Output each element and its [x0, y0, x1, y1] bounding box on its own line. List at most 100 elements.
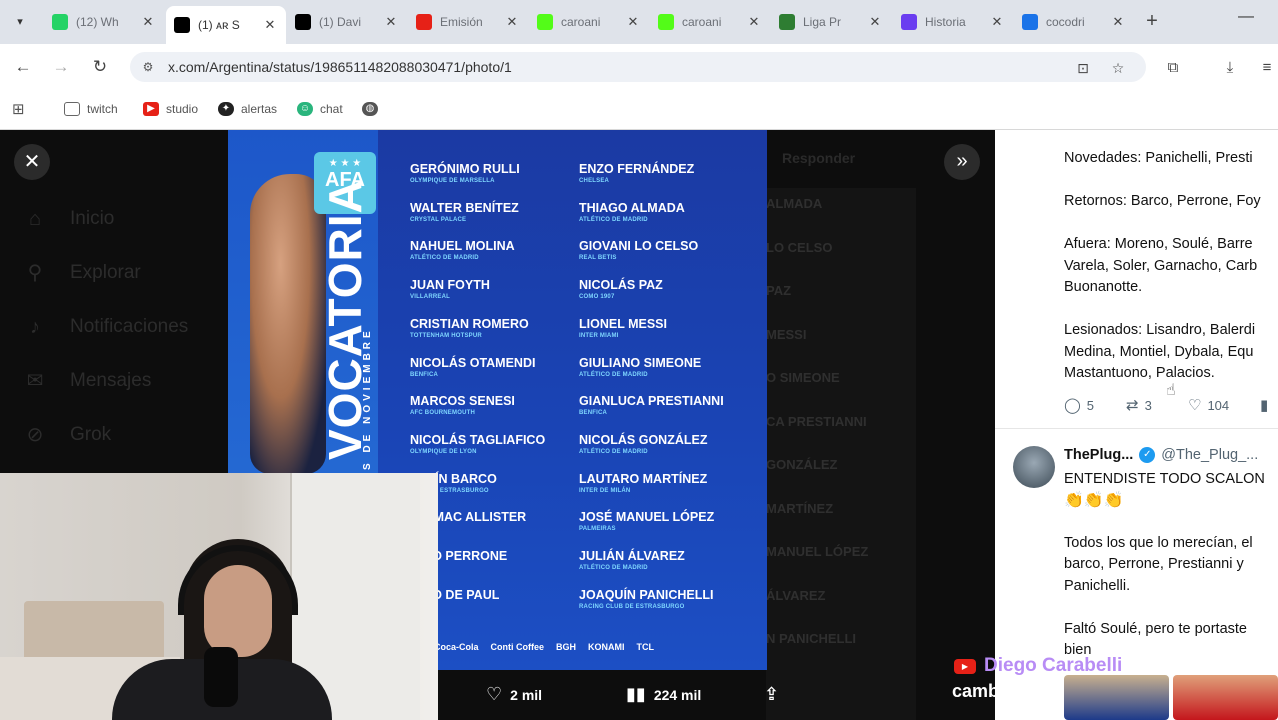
browser-tab[interactable]: (1) Davi ✕ — [287, 6, 407, 38]
background-feed-row: ALMADA — [766, 196, 823, 211]
tab-strip: ▾ (12) Wh ✕ (1) ᴀʀ S ✕ (1) Davi ✕ Emisión ✕ caro… — [0, 0, 1278, 44]
bookmark-studio[interactable]: ▶ studio — [143, 99, 198, 119]
tab-search-icon[interactable]: ▾ — [8, 10, 32, 34]
tab-title: (12) Wh — [76, 15, 119, 29]
panel-like-button[interactable]: ♡ 104 — [1188, 396, 1229, 414]
views-button[interactable]: ▮▮ 224 mil — [626, 684, 701, 705]
reply-divider — [995, 428, 1278, 429]
tweet-text-line: Buonanotte. — [1064, 279, 1143, 295]
close-icon[interactable]: ✕ — [14, 144, 50, 180]
new-tab-icon[interactable]: + — [1140, 10, 1164, 34]
download-icon[interactable]: ⤓ — [1219, 57, 1241, 79]
tweet-text-line: Retornos: Barco, Perrone, Foy — [1064, 193, 1261, 209]
webcam-overlay — [0, 473, 438, 720]
browser-tab[interactable]: Historia ✕ — [893, 6, 1013, 38]
bookmark-label: twitch — [87, 102, 118, 116]
player-entry: GIULIANO SIMEONE ATLÉTICO DE MADRID — [579, 356, 749, 378]
media-thumbnail[interactable] — [1173, 675, 1278, 720]
bookmark-chat[interactable]: ☺ chat — [297, 99, 343, 119]
nav-notificaciones: ♪ Notificaciones — [22, 314, 188, 340]
media-thumbnail[interactable] — [1064, 675, 1169, 720]
extensions-icon[interactable]: ⧉ — [1162, 57, 1184, 79]
reply-button[interactable]: ◯ 5 — [1064, 396, 1094, 414]
close-tab-icon[interactable]: ✕ — [989, 14, 1005, 30]
player-club: CHELSEA — [579, 178, 610, 184]
close-tab-icon[interactable]: ✕ — [262, 17, 278, 33]
close-tab-icon[interactable]: ✕ — [383, 14, 399, 30]
player-entry: JULIÁN ÁLVAREZ ATLÉTICO DE MADRID — [579, 549, 749, 571]
share-button[interactable]: ⇪ — [764, 684, 787, 705]
install-app-icon[interactable]: ⊡ — [1074, 59, 1092, 77]
address-bar[interactable]: ⚙ x.com/Argentina/status/198651148208803… — [130, 52, 1146, 82]
browser-tab[interactable]: caroani ✕ — [529, 6, 649, 38]
tab-title: (1) ᴀʀ S — [198, 18, 240, 32]
reading-list-icon[interactable]: ≡ — [1256, 57, 1278, 79]
player-club: ATLÉTICO DE MADRID — [579, 371, 648, 378]
player-club: OLYMPIQUE DE MARSELLA — [410, 178, 495, 184]
reply-author-handle[interactable]: @The_Plug_... — [1161, 447, 1258, 463]
bookmark-twitch[interactable]: twitch — [64, 99, 118, 119]
browser-tab[interactable]: (1) ᴀʀ S ✕ — [166, 6, 286, 44]
views-count: 224 mil — [653, 686, 702, 703]
stream-chat-name: ▶ Diego Carabelli — [954, 655, 1122, 677]
youtube-icon: ▶ — [954, 658, 976, 674]
close-tab-icon[interactable]: ✕ — [746, 14, 762, 30]
expand-icon[interactable]: » — [944, 144, 980, 180]
back-icon[interactable]: ← — [12, 56, 34, 78]
avatar[interactable] — [1013, 446, 1055, 488]
player-club: BENFICA — [410, 371, 439, 378]
mail-icon: ✉ — [26, 370, 44, 392]
player-name: NICOLÁS PAZ — [579, 278, 663, 293]
repost-button[interactable]: ⇄ 3 — [1126, 396, 1152, 414]
site-info-icon[interactable]: ⚙ — [140, 59, 156, 75]
browser-tab[interactable]: caroani ✕ — [650, 6, 770, 38]
background-responder: Responder — [782, 150, 856, 166]
bookmark-globe[interactable]: ◍ — [362, 99, 385, 119]
player-name: MARCOS SENESI — [410, 394, 515, 409]
panel-views-button[interactable]: ▮ — [1260, 396, 1274, 414]
like-button[interactable]: ♡ 2 mil — [486, 684, 542, 705]
nav-grok: ⊘ Grok — [22, 422, 112, 448]
close-tab-icon[interactable]: ✕ — [140, 14, 156, 30]
reply-text-line: Panichelli. — [1064, 578, 1131, 594]
bookmark-alertas[interactable]: ✦ alertas — [218, 99, 277, 119]
forward-icon[interactable]: → — [50, 56, 72, 78]
background-feed-row: MESSI — [766, 326, 807, 342]
browser-tab[interactable]: (12) Wh ✕ — [44, 6, 164, 38]
browser-tab[interactable]: cocodri ✕ — [1014, 6, 1134, 38]
folder-icon — [64, 102, 80, 116]
close-tab-icon[interactable]: ✕ — [504, 14, 520, 30]
player-entry: MARCOS SENESI AFC BOURNEMOUTH — [410, 394, 580, 416]
tab-title: Historia — [925, 15, 966, 29]
reply-text-line: barco, Perrone, Prestianni y — [1064, 556, 1244, 572]
nav-label: Inicio — [70, 208, 115, 229]
close-tab-icon[interactable]: ✕ — [867, 14, 883, 30]
browser-tab[interactable]: Emisión ✕ — [408, 6, 528, 38]
close-tab-icon[interactable]: ✕ — [625, 14, 641, 30]
apps-grid-icon[interactable]: ⊞ — [12, 99, 25, 119]
player-entry: NICOLÁS PAZ COMO 1907 — [579, 278, 749, 300]
reply-author-name[interactable]: ThePlug... — [1064, 447, 1133, 463]
bar-chart-icon: ▮ — [1260, 397, 1269, 414]
like-count: 104 — [1207, 397, 1230, 413]
share-icon: ⇪ — [764, 684, 780, 704]
tweet-text-line: Lesionados: Lisandro, Balerdi — [1064, 322, 1256, 338]
player-entry: NICOLÁS TAGLIAFICO OLYMPIQUE DE LYON — [410, 433, 580, 455]
minimize-icon[interactable]: — — [1236, 8, 1256, 32]
bookmark-star-icon[interactable]: ☆ — [1109, 59, 1127, 77]
sponsor-logo: Coca-Cola — [434, 642, 479, 652]
heart-icon: ♡ — [486, 684, 503, 704]
player-name: GIULIANO SIMEONE — [579, 355, 702, 370]
browser-toolbar: ← → ↻ ⚙ x.com/Argentina/status/198651148… — [0, 44, 1278, 90]
browser-tab[interactable]: Liga Pr ✕ — [771, 6, 891, 38]
player-name: NICOLÁS OTAMENDI — [410, 355, 536, 370]
close-tab-icon[interactable]: ✕ — [1110, 14, 1126, 30]
sponsor-logo: TCL — [636, 642, 655, 652]
reply-text-line: ENTENDISTE TODO SCALON — [1064, 471, 1265, 487]
reload-icon[interactable]: ↻ — [89, 56, 111, 78]
player-entry: GIANLUCA PRESTIANNI BENFICA — [579, 394, 749, 416]
url-text[interactable]: x.com/Argentina/status/19865114820880304… — [168, 59, 512, 75]
reply-media-thumbnails[interactable] — [1064, 675, 1278, 720]
repost-icon: ⇄ — [1126, 397, 1139, 414]
player-entry: NICOLÁS GONZÁLEZ ATLÉTICO DE MADRID — [579, 433, 749, 455]
